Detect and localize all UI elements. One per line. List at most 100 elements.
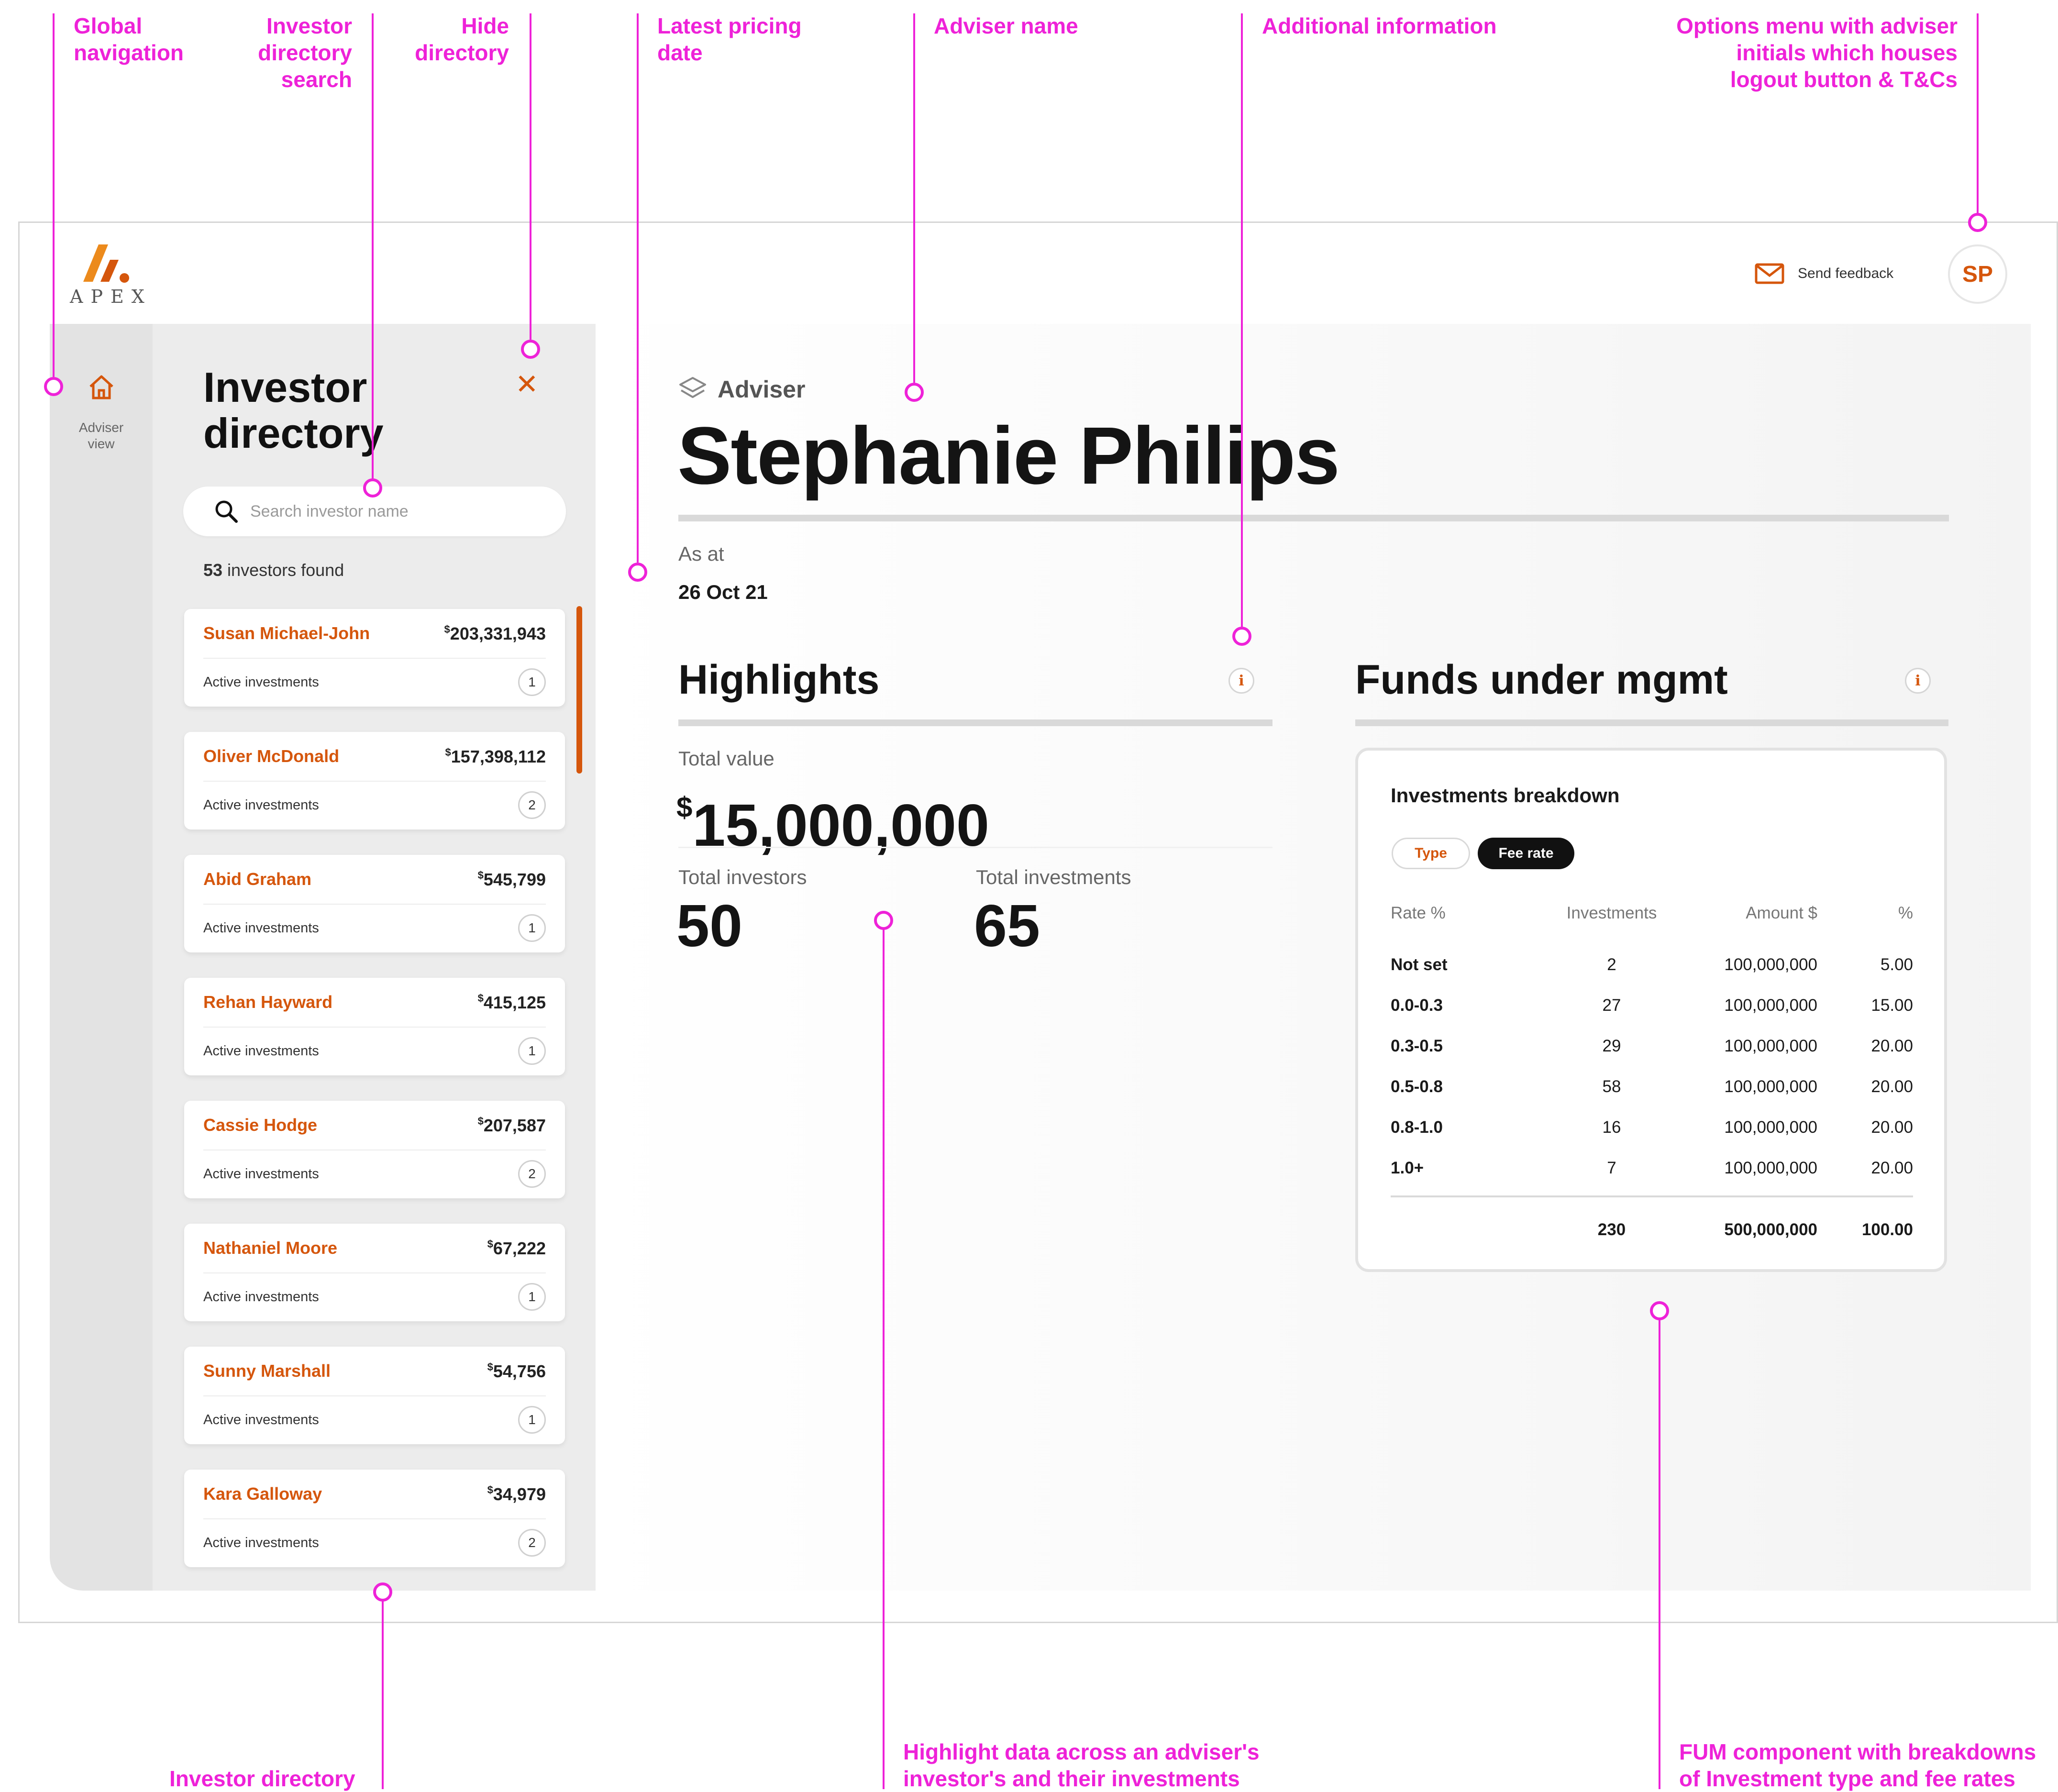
active-investments-label: Active investments — [203, 674, 319, 690]
nav-label-adviser-view: Adviser view — [78, 420, 124, 451]
investor-card[interactable]: Oliver McDonald $157,398,112 Active inves… — [184, 732, 565, 830]
cell-rate: 0.8-1.0 — [1391, 1118, 1443, 1137]
directory-scrollbar[interactable] — [576, 606, 582, 774]
annotation-fum-component: FUM component with breakdowns of Investm… — [1679, 1739, 2036, 1791]
cell-amount: 100,000,000 — [1724, 1077, 1817, 1096]
investor-card[interactable]: Rehan Hayward $415,125 Active investments… — [184, 978, 565, 1075]
investor-amount: $157,398,112 — [445, 746, 546, 767]
adviser-kicker: Adviser — [678, 376, 805, 403]
search-input[interactable] — [249, 501, 538, 521]
fum-divider — [1355, 719, 1948, 726]
amount-value: 545,799 — [483, 869, 546, 889]
highlights-title: Highlights — [678, 657, 880, 703]
investor-amount: $415,125 — [478, 992, 546, 1013]
cell-investments: 2 — [1607, 955, 1616, 974]
active-investments-label: Active investments — [203, 797, 319, 813]
annotation-line — [382, 1601, 384, 1789]
annotation-line — [1977, 13, 1979, 218]
as-at-label: As at — [678, 542, 724, 565]
currency-symbol: $ — [676, 791, 693, 823]
cell-rate: 0.3-0.5 — [1391, 1037, 1443, 1055]
total-investors-label: Total investors — [678, 866, 807, 888]
total-amount-cell: 500,000,000 — [1724, 1220, 1817, 1239]
nav-item-adviser-view[interactable] — [84, 369, 119, 405]
totals-divider — [1391, 1195, 1913, 1197]
cell-percent: 20.00 — [1871, 1159, 1913, 1177]
annotation-pin — [363, 478, 382, 498]
investor-amount: $67,222 — [487, 1238, 546, 1259]
active-investments-label: Active investments — [203, 1166, 319, 1182]
total-investments: 65 — [974, 893, 1040, 959]
cell-rate: 0.0-0.3 — [1391, 996, 1443, 1015]
cell-rate: Not set — [1391, 955, 1448, 974]
column-header-percent: % — [1898, 904, 1913, 922]
investor-amount: $54,756 — [487, 1361, 546, 1382]
send-feedback-label: Send feedback — [1798, 265, 1894, 281]
cell-amount: 100,000,000 — [1724, 1118, 1817, 1137]
avatar-options-button[interactable]: SP — [1948, 244, 2007, 304]
amount-value: 67,222 — [493, 1238, 546, 1258]
annotation-hide-directory: Hide directory — [415, 13, 509, 65]
currency-symbol: $ — [445, 746, 451, 758]
investor-card[interactable]: Susan Michael-John $203,331,943 Active in… — [184, 609, 565, 707]
column-header-rate: Rate % — [1391, 904, 1446, 922]
active-investments-count: 1 — [518, 914, 546, 942]
total-value-label: Total value — [678, 747, 775, 770]
close-icon: ✕ — [515, 369, 539, 400]
amount-value: 54,756 — [493, 1361, 546, 1381]
investor-name: Susan Michael-John — [203, 623, 370, 643]
investor-amount: $203,331,943 — [444, 623, 546, 644]
cell-amount: 100,000,000 — [1724, 955, 1817, 974]
directory-title: Investor directory — [203, 364, 384, 457]
investor-name: Cassie Hodge — [203, 1115, 318, 1135]
annotation-line — [883, 929, 885, 1789]
tab-fee-rate[interactable]: Fee rate — [1478, 838, 1574, 869]
pricing-date: 26 Oct 21 — [678, 581, 768, 603]
hide-directory-button[interactable]: ✕ — [515, 371, 539, 398]
active-investments-count: 2 — [518, 1160, 546, 1188]
investor-card[interactable]: Kara Galloway $34,979 Active investments 2 — [184, 1470, 565, 1567]
investor-directory-panel: Investor directory ✕ 53 investors found … — [153, 324, 596, 1591]
annotation-pin — [1968, 213, 1987, 232]
column-header-investments: Investments — [1566, 904, 1657, 922]
send-feedback-button[interactable]: Send feedback — [1755, 261, 1893, 286]
investor-name: Nathaniel Moore — [203, 1238, 338, 1258]
active-investments-label: Active investments — [203, 920, 319, 936]
investor-card[interactable]: Sunny Marshall $54,756 Active investments… — [184, 1347, 565, 1444]
info-icon[interactable]: i — [1228, 668, 1254, 694]
annotation-pin — [874, 911, 893, 930]
cell-investments: 58 — [1602, 1077, 1621, 1096]
annotation-options-menu: Options menu with adviser initials which… — [1676, 13, 1958, 92]
investor-name: Rehan Hayward — [203, 992, 333, 1012]
annotation-line — [53, 13, 55, 377]
investor-card[interactable]: Abid Graham $545,799 Active investments 1 — [184, 855, 565, 952]
active-investments-label: Active investments — [203, 1412, 319, 1427]
results-count: 53 investors found — [203, 560, 344, 580]
annotation-pin — [373, 1582, 392, 1602]
currency-symbol: $ — [487, 1238, 493, 1250]
cell-percent: 20.00 — [1871, 1118, 1913, 1137]
amount-value: 203,331,943 — [450, 623, 546, 643]
investor-card[interactable]: Nathaniel Moore $67,222 Active investment… — [184, 1224, 565, 1321]
tab-type[interactable]: Type — [1392, 838, 1470, 869]
cell-percent: 20.00 — [1871, 1037, 1913, 1055]
cell-rate: 1.0+ — [1391, 1159, 1424, 1177]
annotation-line — [913, 13, 915, 383]
cell-investments: 29 — [1602, 1037, 1621, 1055]
cell-percent: 20.00 — [1871, 1077, 1913, 1096]
cell-investments: 27 — [1602, 996, 1621, 1015]
total-value-amount: 15,000,000 — [692, 793, 989, 859]
layers-icon — [679, 377, 706, 398]
active-investments-count: 2 — [518, 1529, 546, 1557]
info-icon[interactable]: i — [1905, 668, 1931, 694]
currency-symbol: $ — [487, 1361, 493, 1373]
amount-value: 415,125 — [483, 992, 546, 1012]
investor-amount: $207,587 — [478, 1115, 546, 1136]
investor-amount: $545,799 — [478, 869, 546, 890]
annotation-pricing-date: Latest pricing date — [657, 13, 802, 65]
currency-symbol: $ — [444, 623, 450, 635]
adviser-kicker-label: Adviser — [718, 376, 806, 403]
amount-value: 34,979 — [493, 1484, 546, 1504]
investor-card[interactable]: Cassie Hodge $207,587 Active investments 2 — [184, 1101, 565, 1198]
cell-amount: 100,000,000 — [1724, 1037, 1817, 1055]
